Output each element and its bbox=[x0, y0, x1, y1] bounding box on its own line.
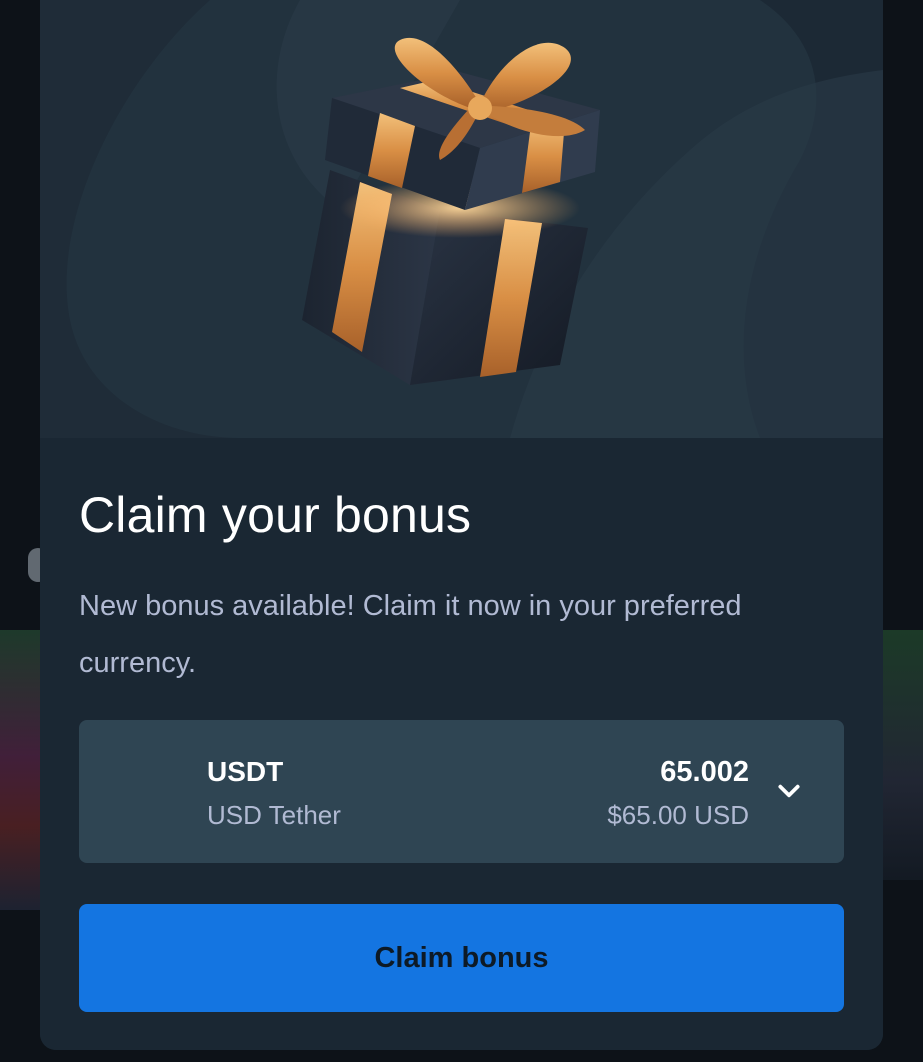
currency-name: USD Tether bbox=[207, 800, 341, 830]
modal-content: Claim your bonus New bonus available! Cl… bbox=[40, 438, 883, 1050]
bonus-amount: 65.002 bbox=[660, 756, 749, 788]
currency-select[interactable]: USDT USD Tether 65.002 $65.00 USD bbox=[79, 720, 844, 863]
bonus-modal: Claim your bonus New bonus available! Cl… bbox=[40, 0, 883, 1050]
hero-artwork bbox=[40, 0, 883, 438]
modal-title: Claim your bonus bbox=[79, 487, 472, 543]
bonus-usd-value: $65.00 USD bbox=[607, 800, 749, 830]
chevron-down-icon[interactable] bbox=[776, 778, 802, 804]
background-content-right bbox=[883, 630, 923, 880]
claim-bonus-button[interactable]: Claim bonus bbox=[79, 904, 844, 1012]
background-content-left bbox=[0, 630, 40, 910]
hero-banner bbox=[40, 0, 883, 438]
currency-code: USDT bbox=[207, 756, 284, 787]
modal-subtitle: New bonus available! Claim it now in you… bbox=[79, 590, 742, 679]
